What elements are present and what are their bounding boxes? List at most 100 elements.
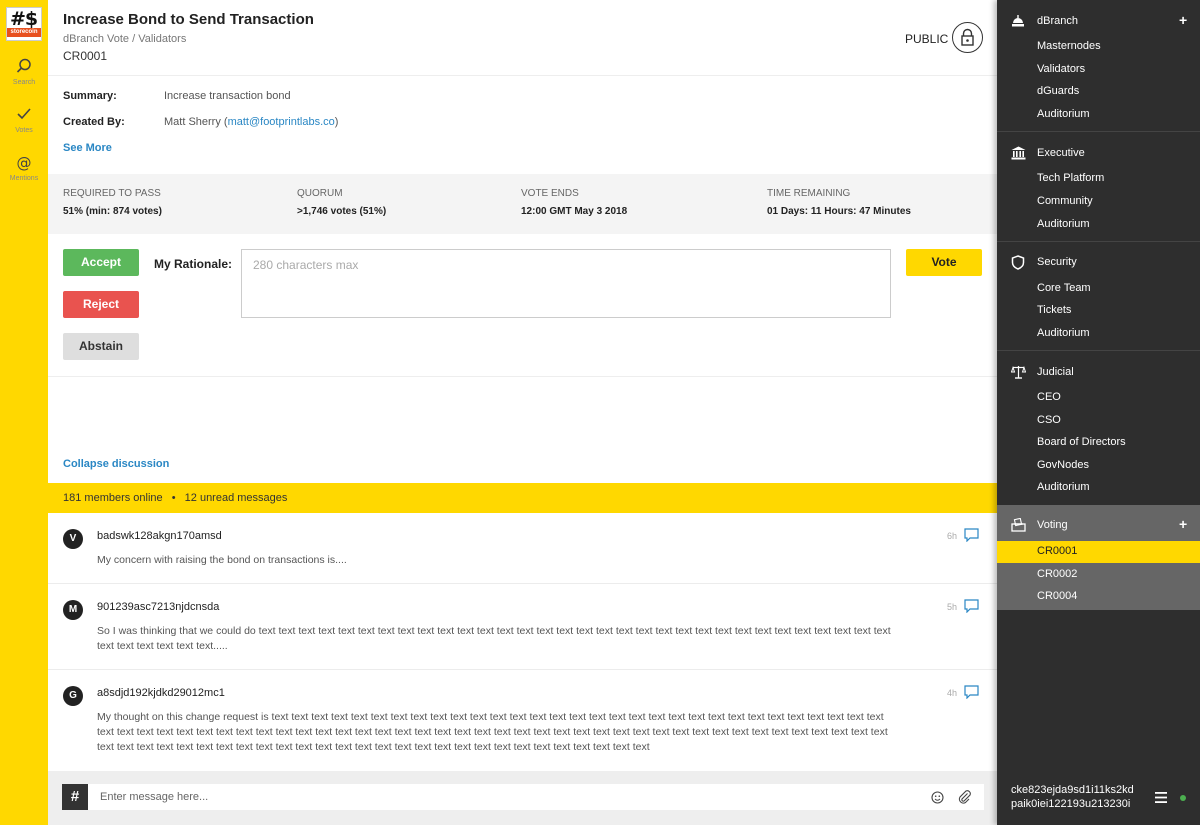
message-time: 5h [946, 602, 957, 612]
user-id-line-2: paik0iei122193u213230i [1011, 798, 1131, 810]
created-by-value: Matt Sherry (matt@footprintlabs.co) [164, 116, 338, 128]
reply-icon[interactable] [964, 599, 979, 613]
check-icon [0, 106, 48, 124]
add-dbranch-button[interactable]: + [1179, 12, 1187, 28]
abstain-button[interactable]: Abstain [63, 333, 139, 360]
user-id: cke823ejda9sd1i11ks2kd paik0iei122193u21… [1011, 783, 1134, 811]
sidebar-item-community[interactable]: Community [1037, 195, 1093, 207]
avatar: M [63, 600, 83, 620]
status-separator: • [171, 492, 176, 504]
summary-label: Summary: [63, 90, 117, 102]
discussion-status-bar: 181 members online • 12 unread messages [48, 483, 997, 513]
collapse-discussion-link[interactable]: Collapse discussion [63, 458, 169, 470]
nav-votes-label: Votes [15, 127, 33, 134]
lock-icon [961, 28, 974, 46]
sidebar-item-cso[interactable]: CSO [1037, 414, 1061, 426]
message-username: badswk128akgn170amsd [97, 530, 222, 542]
section-header-dbranch[interactable]: dBranch + [997, 6, 1200, 36]
shield-icon [1011, 255, 1025, 270]
section-header-security[interactable]: Security [997, 247, 1200, 277]
channel-hash-button[interactable]: # [62, 784, 88, 810]
message-time: 6h [946, 531, 957, 541]
sidebar-item-dguards[interactable]: dGuards [1037, 85, 1079, 97]
message-item: M 901239asc7213njdcnsda So I was thinkin… [48, 584, 997, 670]
message-time: 4h [946, 688, 957, 698]
nav-votes[interactable]: Votes [0, 106, 48, 134]
rationale-input[interactable] [241, 249, 891, 318]
sidebar-item-auditorium[interactable]: Auditorium [1037, 218, 1090, 230]
creator-email-link[interactable]: matt@footprintlabs.co [228, 116, 335, 128]
stat-value-required: 51% (min: 874 votes) [63, 206, 162, 217]
reply-icon[interactable] [964, 685, 979, 699]
sidebar-divider [997, 350, 1200, 351]
sidebar-item-tickets[interactable]: Tickets [1037, 304, 1071, 316]
message-text: My concern with raising the bond on tran… [97, 554, 347, 566]
main-panel: Increase Bond to Send Transaction dBranc… [48, 0, 997, 825]
sidebar-item-cr0004[interactable]: CR0004 [1037, 590, 1077, 602]
sidebar-item-tech-platform[interactable]: Tech Platform [1037, 172, 1104, 184]
right-sidebar: dBranch + Masternodes Validators dGuards… [997, 0, 1200, 825]
visibility-label: PUBLIC [905, 32, 949, 46]
section-header-executive[interactable]: Executive [997, 138, 1200, 168]
section-header-voting[interactable]: Voting + [997, 510, 1200, 540]
sidebar-item-govnodes[interactable]: GovNodes [1037, 459, 1089, 471]
stat-value-quorum: >1,746 votes (51%) [297, 206, 387, 217]
unread-count: 12 unread messages [184, 492, 288, 504]
sidebar-item-board-of-directors[interactable]: Board of Directors [1037, 436, 1126, 448]
vote-divider [48, 376, 997, 377]
storecoin-logo[interactable]: #$ storecoin [6, 7, 42, 41]
stat-label-required: REQUIRED TO PASS [63, 188, 161, 199]
reply-icon[interactable] [964, 528, 979, 542]
section-title-executive: Executive [1037, 147, 1085, 159]
nav-mentions-label: Mentions [9, 175, 39, 182]
nav-mentions[interactable]: @ Mentions [0, 154, 48, 182]
search-icon [0, 58, 48, 76]
message-text: So I was thinking that we could do text … [97, 625, 891, 652]
sidebar-item-validators[interactable]: Validators [1037, 63, 1085, 75]
paperclip-icon[interactable] [958, 790, 972, 804]
message-composer: # [48, 771, 997, 825]
rationale-label: My Rationale: [154, 257, 233, 271]
sidebar-item-auditorium[interactable]: Auditorium [1037, 108, 1090, 120]
hamburger-menu-icon[interactable] [1155, 792, 1167, 803]
summary-value: Increase transaction bond [164, 90, 291, 102]
avatar: V [63, 529, 83, 549]
sidebar-item-auditorium[interactable]: Auditorium [1037, 327, 1090, 339]
lock-button[interactable] [952, 22, 983, 53]
stat-label-quorum: QUORUM [297, 188, 343, 199]
sidebar-item-ceo[interactable]: CEO [1037, 391, 1061, 403]
proposal-code: CR0001 [63, 49, 108, 63]
section-header-judicial[interactable]: Judicial [997, 357, 1200, 387]
accept-button[interactable]: Accept [63, 249, 139, 276]
stat-label-vote-ends: VOTE ENDS [521, 188, 579, 199]
sidebar-item-cr0002[interactable]: CR0002 [1037, 568, 1077, 580]
sidebar-item-cr0001[interactable]: CR0001 [1037, 545, 1077, 557]
add-voting-button[interactable]: + [1179, 516, 1187, 532]
sidebar-item-auditorium[interactable]: Auditorium [1037, 481, 1090, 493]
see-more-link[interactable]: See More [63, 142, 112, 154]
message-input[interactable] [88, 784, 984, 810]
vote-button[interactable]: Vote [906, 249, 982, 276]
user-id-line-1: cke823ejda9sd1i11ks2kd [1011, 784, 1134, 796]
members-online: 181 members online [63, 492, 163, 504]
sidebar-item-masternodes[interactable]: Masternodes [1037, 40, 1101, 52]
dome-icon [1012, 15, 1024, 27]
selected-item-highlight [997, 541, 1200, 563]
section-title-security: Security [1037, 256, 1077, 268]
message-text: My thought on this change request is tex… [97, 711, 888, 753]
sidebar-divider [997, 241, 1200, 242]
ballot-box-icon [1011, 518, 1026, 532]
nav-search[interactable]: Search [0, 58, 48, 86]
stat-value-time-remaining: 01 Days: 11 Hours: 47 Minutes [767, 206, 911, 217]
message-item: V badswk128akgn170amsd My concern with r… [48, 513, 997, 584]
bank-icon [1011, 146, 1026, 160]
message-username: 901239asc7213njdcnsda [97, 601, 220, 613]
stat-value-vote-ends: 12:00 GMT May 3 2018 [521, 206, 628, 217]
section-title-judicial: Judicial [1037, 366, 1074, 378]
emoji-icon[interactable] [931, 791, 944, 804]
sidebar-item-core-team[interactable]: Core Team [1037, 282, 1091, 294]
creator-close-paren: ) [334, 116, 339, 128]
reject-button[interactable]: Reject [63, 291, 139, 318]
nav-search-label: Search [12, 79, 36, 86]
section-title-dbranch: dBranch [1037, 15, 1078, 27]
